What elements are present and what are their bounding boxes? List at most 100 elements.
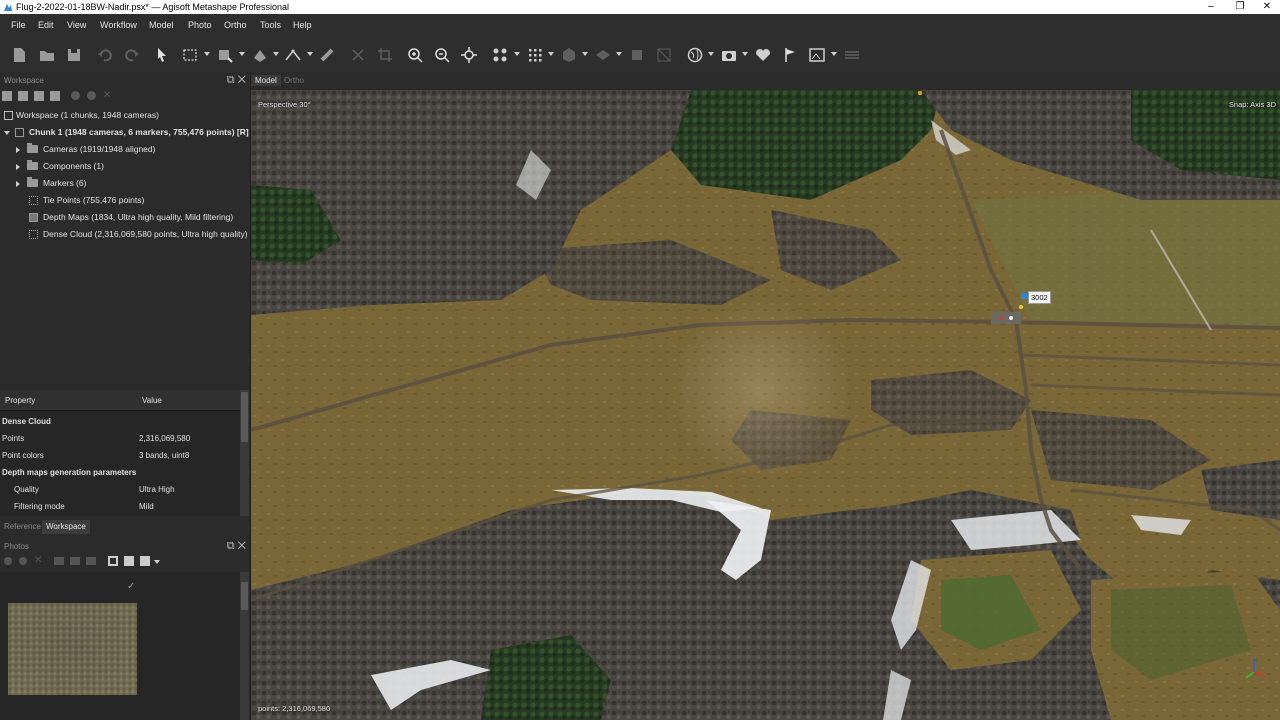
add-chunk-icon[interactable] — [2, 91, 12, 101]
menu-model[interactable]: Model — [149, 20, 174, 30]
camera-capture-icon[interactable] — [719, 46, 739, 64]
delete-selection-icon[interactable] — [348, 46, 368, 64]
navigation-pointer-icon[interactable] — [152, 46, 172, 64]
photos-panel-header: Photos ⧉ ✕ — [0, 540, 250, 554]
rotate-left-icon[interactable] — [54, 557, 64, 565]
close-photos-icon[interactable]: ✕ — [238, 540, 246, 552]
show-cameras-icon[interactable] — [490, 46, 510, 64]
tab-reference[interactable]: Reference — [0, 520, 45, 534]
expand-markers-icon[interactable] — [16, 181, 20, 187]
restore-button[interactable]: ❐ — [1225, 0, 1255, 14]
region-dropdown-icon[interactable] — [239, 52, 245, 56]
col-property: Property — [5, 396, 36, 405]
remove-photo-icon[interactable]: ✕ — [34, 555, 42, 566]
layers-icon[interactable] — [842, 46, 862, 64]
workspace-panel-title: Workspace — [4, 76, 44, 85]
filter-photos-icon[interactable] — [86, 557, 96, 565]
resize-region-icon[interactable] — [215, 46, 235, 64]
tab-workspace[interactable]: Workspace — [42, 520, 90, 534]
camera-dropdown-icon[interactable] — [742, 52, 748, 56]
photo-thumbnail[interactable] — [8, 603, 137, 695]
cameras-dropdown-icon[interactable] — [514, 52, 520, 56]
tiled-dropdown-icon[interactable] — [616, 52, 622, 56]
prop-row-filtering-mode[interactable]: Filtering mode Mild — [0, 498, 240, 515]
ruler-draw-icon[interactable] — [250, 46, 270, 64]
measure-ruler-icon[interactable] — [317, 46, 337, 64]
menu-photo[interactable]: Photo — [188, 20, 212, 30]
clear-icon[interactable]: ✕ — [103, 90, 111, 101]
enable-photo-icon[interactable] — [4, 557, 12, 565]
shapes-heart-icon[interactable] — [753, 46, 773, 64]
orthomosaic-icon[interactable] — [654, 46, 674, 64]
menu-ortho[interactable]: Ortho — [224, 20, 247, 30]
photo-mask-icon[interactable] — [108, 556, 118, 566]
thumbnails-view-icon[interactable] — [140, 556, 150, 566]
expand-cameras-icon[interactable] — [16, 147, 20, 153]
marker-point-top-icon[interactable] — [918, 91, 922, 95]
point-cloud-icon[interactable] — [525, 46, 545, 64]
photo-view-icon[interactable] — [124, 556, 134, 566]
globe-dropdown-icon[interactable] — [708, 52, 714, 56]
new-file-icon[interactable] — [9, 46, 29, 64]
disable-items-icon[interactable] — [87, 91, 96, 100]
menu-tools[interactable]: Tools — [260, 20, 281, 30]
photos-scroll-thumb[interactable] — [241, 582, 248, 610]
undo-icon[interactable] — [95, 46, 115, 64]
menu-file[interactable]: File — [11, 20, 26, 30]
globe-icon[interactable] — [685, 46, 705, 64]
prop-row-depth-params[interactable]: Depth maps generation parameters — [0, 464, 240, 481]
remove-items-icon[interactable] — [50, 91, 60, 101]
prop-row-quality[interactable]: Quality Ultra High — [0, 481, 240, 498]
marker-label[interactable]: 3002 — [1028, 291, 1051, 304]
prop-row-points[interactable]: Points 2,316,069,580 — [0, 430, 240, 447]
view-mode-dropdown-icon[interactable] — [154, 560, 160, 564]
polyline-dropdown-icon[interactable] — [307, 52, 313, 56]
photos-scrollbar[interactable] — [240, 572, 249, 720]
zoom-out-icon[interactable] — [432, 46, 452, 64]
crop-selection-icon[interactable] — [375, 46, 395, 64]
photos-panel-title: Photos — [4, 542, 29, 551]
redo-icon[interactable] — [122, 46, 142, 64]
properties-scrollbar[interactable] — [240, 390, 249, 516]
minimize-button[interactable]: – — [1196, 0, 1226, 14]
model-shaded-icon[interactable] — [559, 46, 579, 64]
open-folder-icon[interactable] — [37, 46, 57, 64]
menu-help[interactable]: Help — [293, 20, 312, 30]
rotate-right-icon[interactable] — [70, 557, 80, 565]
model-viewport[interactable]: Perspective 30° Snap: Axis 3D points: 2,… — [251, 90, 1280, 720]
tab-model[interactable]: Model — [251, 75, 281, 86]
tab-ortho[interactable]: Ortho — [280, 75, 308, 86]
draw-dropdown-icon[interactable] — [273, 52, 279, 56]
properties-scroll-thumb[interactable] — [241, 392, 248, 442]
add-photos-icon[interactable] — [18, 91, 28, 101]
marker-point-icon[interactable] — [1019, 305, 1023, 309]
tiled-model-icon[interactable] — [593, 46, 613, 64]
add-folder-icon[interactable] — [34, 91, 44, 101]
close-window-button[interactable]: ✕ — [1252, 0, 1280, 14]
expand-components-icon[interactable] — [16, 164, 20, 170]
dem-icon[interactable] — [627, 46, 647, 64]
disable-photo-icon[interactable] — [19, 557, 27, 565]
save-icon[interactable] — [64, 46, 84, 64]
markers-flag-icon[interactable] — [780, 46, 800, 64]
zoom-in-icon[interactable] — [405, 46, 425, 64]
model-dropdown-icon[interactable] — [582, 52, 588, 56]
prop-row-dense-cloud[interactable]: Dense Cloud — [0, 413, 240, 430]
point-cloud-dropdown-icon[interactable] — [548, 52, 554, 56]
selection-dropdown-icon[interactable] — [204, 52, 210, 56]
menu-view[interactable]: View — [67, 20, 86, 30]
reset-view-icon[interactable] — [459, 46, 479, 64]
float-photos-icon[interactable]: ⧉ — [227, 540, 235, 552]
close-panel-icon[interactable]: ✕ — [238, 74, 246, 86]
image-view-dropdown-icon[interactable] — [831, 52, 837, 56]
marker-flag-icon[interactable] — [1021, 293, 1027, 299]
draw-polyline-icon[interactable] — [283, 46, 303, 64]
image-view-icon[interactable] — [807, 46, 827, 64]
menu-workflow[interactable]: Workflow — [100, 20, 137, 30]
prop-row-point-colors[interactable]: Point colors 3 bands, uint8 — [0, 447, 240, 464]
menu-edit[interactable]: Edit — [38, 20, 54, 30]
enable-items-icon[interactable] — [71, 91, 80, 100]
collapse-chunk-icon[interactable] — [4, 131, 10, 135]
float-panel-icon[interactable]: ⧉ — [227, 74, 235, 86]
rectangle-selection-icon[interactable] — [180, 46, 200, 64]
